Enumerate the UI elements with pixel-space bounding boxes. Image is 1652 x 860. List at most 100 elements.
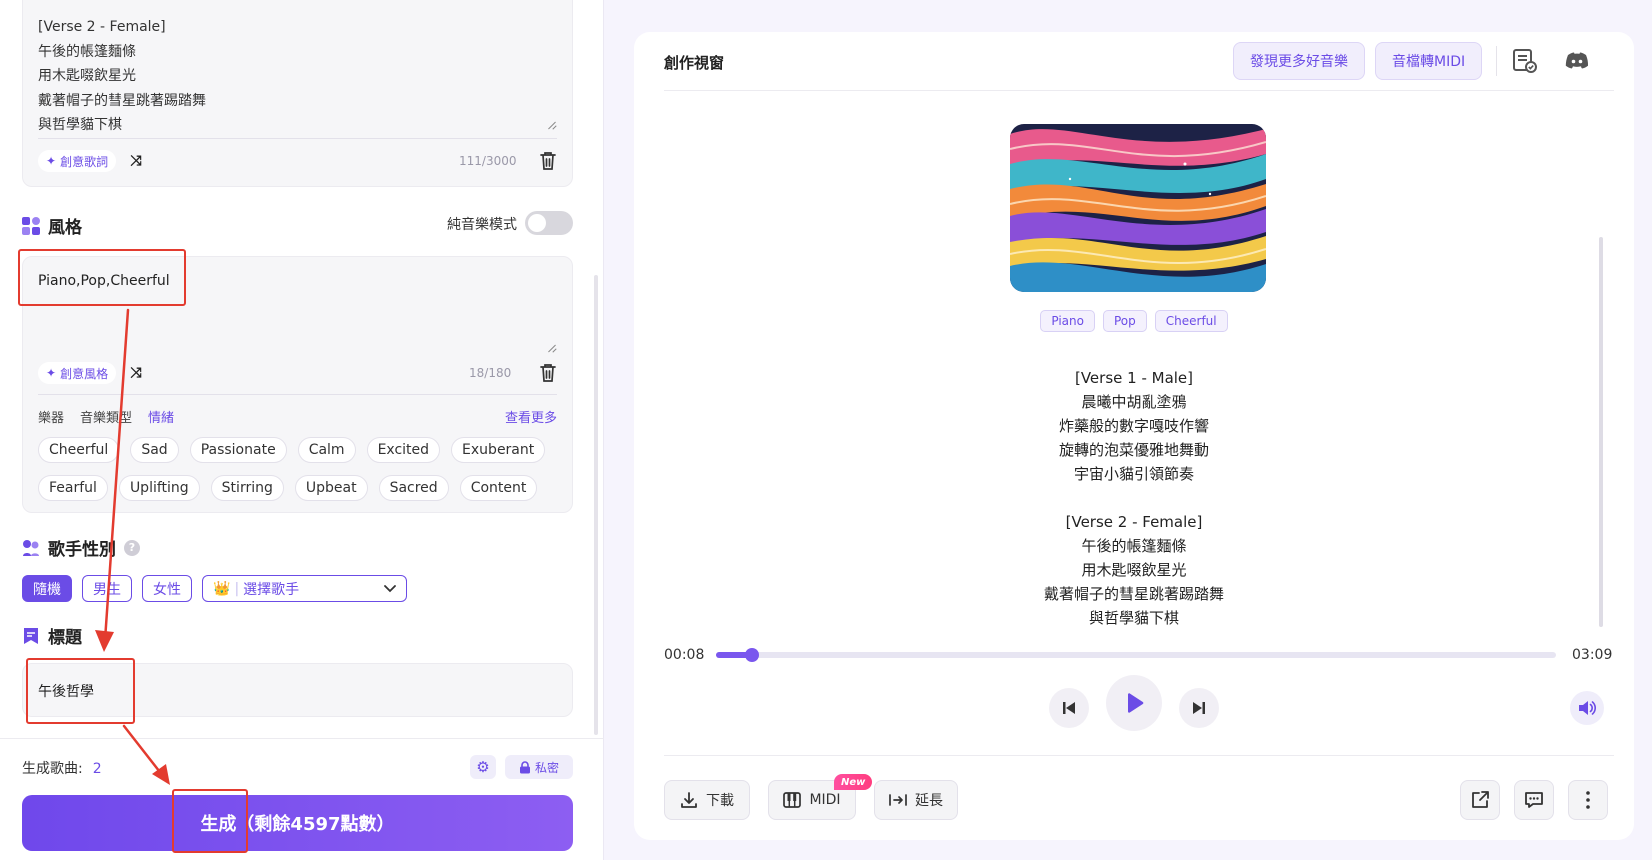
next-button[interactable]: [1179, 688, 1219, 728]
shuffle-icon[interactable]: ⤨: [127, 364, 145, 382]
audio-to-midi-button[interactable]: 音檔轉MIDI: [1375, 42, 1483, 80]
resize-handle-icon[interactable]: [547, 342, 557, 352]
left-scrollbar[interactable]: [594, 275, 598, 735]
volume-button[interactable]: [1570, 691, 1604, 725]
style-section-title: 風格: [48, 218, 82, 238]
lyrics-line: 宇宙小貓引領節奏: [1073, 465, 1194, 483]
divider: [664, 755, 1614, 756]
discover-music-button[interactable]: 發現更多好音樂: [1233, 42, 1365, 80]
ai-style-label: 創意風格: [60, 366, 109, 381]
extend-label: 延長: [915, 793, 943, 809]
song-tags: Piano Pop Cheerful: [634, 310, 1634, 332]
singer-select-label: 選擇歌手: [243, 581, 300, 598]
progress-thumb[interactable]: [744, 648, 759, 662]
lyrics-line: 用木匙啜飲星光: [1081, 561, 1187, 579]
lock-icon: [519, 760, 530, 773]
song-tag[interactable]: Piano: [1040, 310, 1095, 332]
annotation-box-generate: [172, 789, 248, 853]
divider: [38, 138, 557, 139]
divider: [664, 90, 1614, 91]
divider: [1496, 46, 1497, 76]
left-panel: [Verse 2 - Female] 午後的帳篷麵條 用木匙啜飲星光 戴著帽子的…: [0, 0, 604, 860]
lyrics-line: 戴著帽子的彗星跳著踢踏舞: [1043, 585, 1224, 603]
comment-icon: [1525, 792, 1543, 808]
style-section-header: 風格: [22, 213, 82, 238]
playlist-check-icon[interactable]: [1512, 48, 1538, 74]
gender-male-button[interactable]: 男生: [82, 575, 132, 602]
share-button[interactable]: [1460, 780, 1500, 820]
more-options-button[interactable]: [1568, 780, 1608, 820]
more-vertical-icon: [1586, 791, 1590, 809]
annotation-box-style: [18, 249, 186, 306]
style-chip[interactable]: Fearful: [38, 475, 108, 501]
lyrics-textarea[interactable]: [Verse 2 - Female] 午後的帳篷麵條 用木匙啜飲星光 戴著帽子的…: [22, 0, 573, 187]
lyrics-line: 晨曦中胡亂塗鴉: [1081, 393, 1187, 411]
style-chip[interactable]: Uplifting: [118, 475, 200, 501]
resize-handle-icon[interactable]: [547, 119, 557, 129]
title-section-header: 標題: [22, 623, 82, 648]
gender-female-button[interactable]: 女性: [142, 575, 192, 602]
style-chip[interactable]: Exuberant: [451, 437, 546, 463]
see-more-link[interactable]: 查看更多: [505, 407, 557, 426]
style-chip[interactable]: Excited: [366, 437, 441, 463]
crown-icon: 👑: [213, 580, 231, 597]
divider: |: [234, 580, 240, 597]
previous-button[interactable]: [1049, 688, 1089, 728]
sparkle-icon: ✦: [46, 366, 57, 380]
style-chip[interactable]: Content: [459, 475, 538, 501]
settings-button[interactable]: ⚙: [470, 755, 496, 779]
style-chip[interactable]: Sacred: [378, 475, 449, 501]
trash-icon[interactable]: [539, 363, 557, 383]
current-time: 00:08: [664, 647, 705, 663]
skip-next-icon: [1193, 702, 1205, 714]
generate-button[interactable]: 生成（剩餘4597點數）: [22, 795, 573, 851]
ai-lyrics-button[interactable]: ✦ 創意歌詞: [38, 150, 117, 172]
lyrics-line: 用木匙啜飲星光: [38, 68, 136, 84]
help-icon[interactable]: ?: [124, 539, 140, 556]
generated-songs-count: 生成歌曲: 2: [22, 758, 102, 778]
sparkle-icon: ✦: [46, 154, 57, 168]
style-chip[interactable]: Cheerful: [38, 437, 120, 463]
download-button[interactable]: 下載: [664, 780, 750, 820]
tab-music-genre[interactable]: 音樂類型: [80, 407, 132, 426]
style-chip[interactable]: Passionate: [189, 437, 287, 463]
lyrics-line: 戴著帽子的彗星跳著踢踏舞: [38, 92, 206, 109]
song-lyrics: [Verse 1 - Male] 晨曦中胡亂塗鴉 炸藥般的數字嘎吱作響 旋轉的泡…: [634, 366, 1634, 630]
download-icon: [681, 792, 697, 808]
divider: [0, 738, 604, 739]
lyrics-line: [Verse 2 - Female]: [1065, 513, 1203, 531]
private-button[interactable]: 私密: [505, 755, 573, 779]
style-chip[interactable]: Upbeat: [294, 475, 368, 501]
style-chip[interactable]: Sad: [130, 437, 179, 463]
extend-button[interactable]: 延長: [874, 780, 958, 820]
singer-select[interactable]: 👑 | 選擇歌手: [202, 575, 407, 602]
tab-instruments[interactable]: 樂器: [38, 407, 64, 426]
song-tag[interactable]: Cheerful: [1154, 310, 1228, 332]
play-button[interactable]: [1106, 675, 1162, 731]
tab-mood[interactable]: 情緒: [148, 407, 174, 426]
lyrics-line: [Verse 2 - Female]: [38, 19, 166, 35]
generated-songs-label: 生成歌曲:: [22, 761, 83, 777]
progress-bar[interactable]: [716, 648, 1556, 662]
shuffle-icon[interactable]: ⤨: [127, 152, 145, 170]
grid-icon: [22, 216, 40, 235]
play-icon: [1128, 693, 1144, 713]
style-char-counter: 18/180: [469, 366, 512, 380]
song-tag[interactable]: Pop: [1102, 310, 1147, 332]
new-badge: New: [834, 774, 873, 790]
singer-section-header: 歌手性別 ?: [22, 535, 140, 560]
gender-random-button[interactable]: 隨機: [22, 575, 72, 602]
style-chip[interactable]: Calm: [297, 437, 356, 463]
lyrics-line: 午後的帳篷麵條: [38, 43, 136, 60]
ai-lyrics-label: 創意歌詞: [60, 154, 109, 169]
instrumental-mode-toggle[interactable]: [525, 211, 573, 235]
generated-songs-number: 2: [92, 761, 102, 777]
singer-icon: [23, 539, 39, 556]
style-chip[interactable]: Stirring: [210, 475, 284, 501]
discord-icon[interactable]: [1564, 48, 1590, 74]
piano-icon: [783, 792, 802, 808]
trash-icon[interactable]: [539, 151, 557, 171]
lyrics-scrollbar[interactable]: [1599, 237, 1603, 627]
comment-button[interactable]: [1514, 780, 1554, 820]
ai-style-button[interactable]: ✦ 創意風格: [38, 362, 117, 384]
